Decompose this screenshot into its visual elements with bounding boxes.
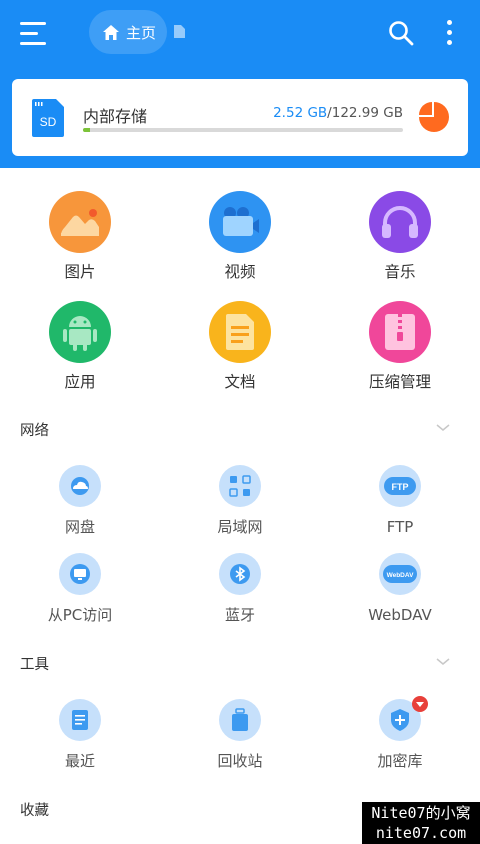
- category-label: 应用: [64, 373, 96, 391]
- pc-access-icon: [59, 553, 101, 595]
- home-label: 主页: [126, 23, 157, 42]
- storage-progress-fill: [83, 128, 90, 132]
- sd-label: SD: [40, 115, 57, 129]
- category-images[interactable]: 图片: [0, 191, 160, 283]
- storage-total: 122.99 GB: [331, 105, 403, 121]
- category-documents[interactable]: 文档: [160, 301, 320, 393]
- cloud-drive-icon: [59, 465, 101, 507]
- category-archives[interactable]: 压缩管理: [320, 301, 480, 393]
- more-vertical-icon[interactable]: [445, 20, 455, 46]
- watermark-line1: Nite07的小窝: [371, 804, 471, 822]
- home-icon: [103, 24, 119, 40]
- tool-label: WebDAV: [368, 606, 432, 624]
- category-label: 图片: [64, 263, 96, 281]
- tool-label: 回收站: [217, 752, 263, 770]
- archive-icon: [369, 301, 431, 363]
- recent-icon: [59, 699, 101, 741]
- bluetooth-icon: [219, 553, 261, 595]
- network-item-pc-access[interactable]: 从PC访问: [0, 553, 160, 625]
- network-item-webdav[interactable]: WebDAV WebDAV: [320, 553, 480, 625]
- video-icon: [209, 191, 271, 253]
- chevron-down-icon[interactable]: [436, 658, 450, 666]
- tool-label: 局域网: [217, 518, 263, 536]
- hamburger-menu-icon[interactable]: [20, 22, 48, 45]
- encrypted-vault-icon: [379, 696, 428, 741]
- section-title-tools: 工具: [20, 657, 49, 673]
- tool-label: 蓝牙: [224, 606, 255, 624]
- network-item-cloud-drive[interactable]: 网盘: [0, 465, 160, 537]
- category-videos[interactable]: 视频: [160, 191, 320, 283]
- ftp-badge-text: FTP: [392, 482, 409, 492]
- storage-progress-bar: [83, 128, 403, 132]
- search-icon[interactable]: [388, 20, 414, 46]
- tool-item-recent[interactable]: 最近: [0, 699, 160, 771]
- category-apps[interactable]: 应用: [0, 301, 160, 393]
- storage-used: 2.52 GB: [273, 105, 328, 121]
- recycle-bin-icon: [219, 699, 261, 741]
- category-music[interactable]: 音乐: [320, 191, 480, 283]
- category-label: 音乐: [384, 263, 416, 281]
- storage-usage: 2.52 GB/122.99 GB: [273, 105, 403, 121]
- network-item-ftp[interactable]: FTP FTP: [320, 465, 480, 537]
- category-label: 压缩管理: [368, 373, 431, 391]
- tool-item-recycle-bin[interactable]: 回收站: [160, 699, 320, 771]
- storage-name: 内部存储: [83, 107, 148, 126]
- tool-item-encrypted-vault[interactable]: 加密库: [320, 696, 480, 771]
- storage-pie-chart-icon: [419, 102, 449, 132]
- internal-storage-card[interactable]: SD 内部存储 2.52 GB/122.99 GB: [12, 79, 468, 156]
- category-label: 视频: [224, 263, 256, 281]
- category-label: 文档: [224, 373, 256, 391]
- vip-badge-icon: [412, 696, 428, 712]
- webdav-badge-text: WebDAV: [387, 572, 415, 579]
- headphones-icon: [369, 191, 431, 253]
- home-breadcrumb-button[interactable]: 主页: [89, 10, 167, 54]
- watermark: Nite07的小窝 nite07.com: [362, 802, 480, 844]
- network-item-lan[interactable]: 局域网: [160, 465, 320, 537]
- tool-label: 最近: [64, 752, 95, 770]
- section-title-network: 网络: [20, 423, 49, 439]
- network-item-bluetooth[interactable]: 蓝牙: [160, 553, 320, 625]
- image-icon: [49, 191, 111, 253]
- app-header: 主页 SD 内部存储 2.52 GB/122.99 GB: [0, 0, 480, 168]
- android-icon: [49, 301, 111, 363]
- tool-label: 网盘: [64, 518, 95, 536]
- chevron-down-icon[interactable]: [436, 424, 450, 432]
- tool-label: FTP: [386, 518, 414, 536]
- sd-card-icon: SD: [32, 99, 64, 141]
- watermark-line2: nite07.com: [375, 824, 467, 842]
- tool-label: 从PC访问: [47, 606, 113, 624]
- lan-icon: [219, 465, 261, 507]
- tool-label: 加密库: [377, 752, 423, 770]
- ftp-icon: FTP: [379, 465, 421, 507]
- file-icon[interactable]: [173, 24, 186, 39]
- webdav-icon: WebDAV: [379, 553, 421, 595]
- section-title-favorites: 收藏: [20, 803, 49, 819]
- document-icon: [209, 301, 271, 363]
